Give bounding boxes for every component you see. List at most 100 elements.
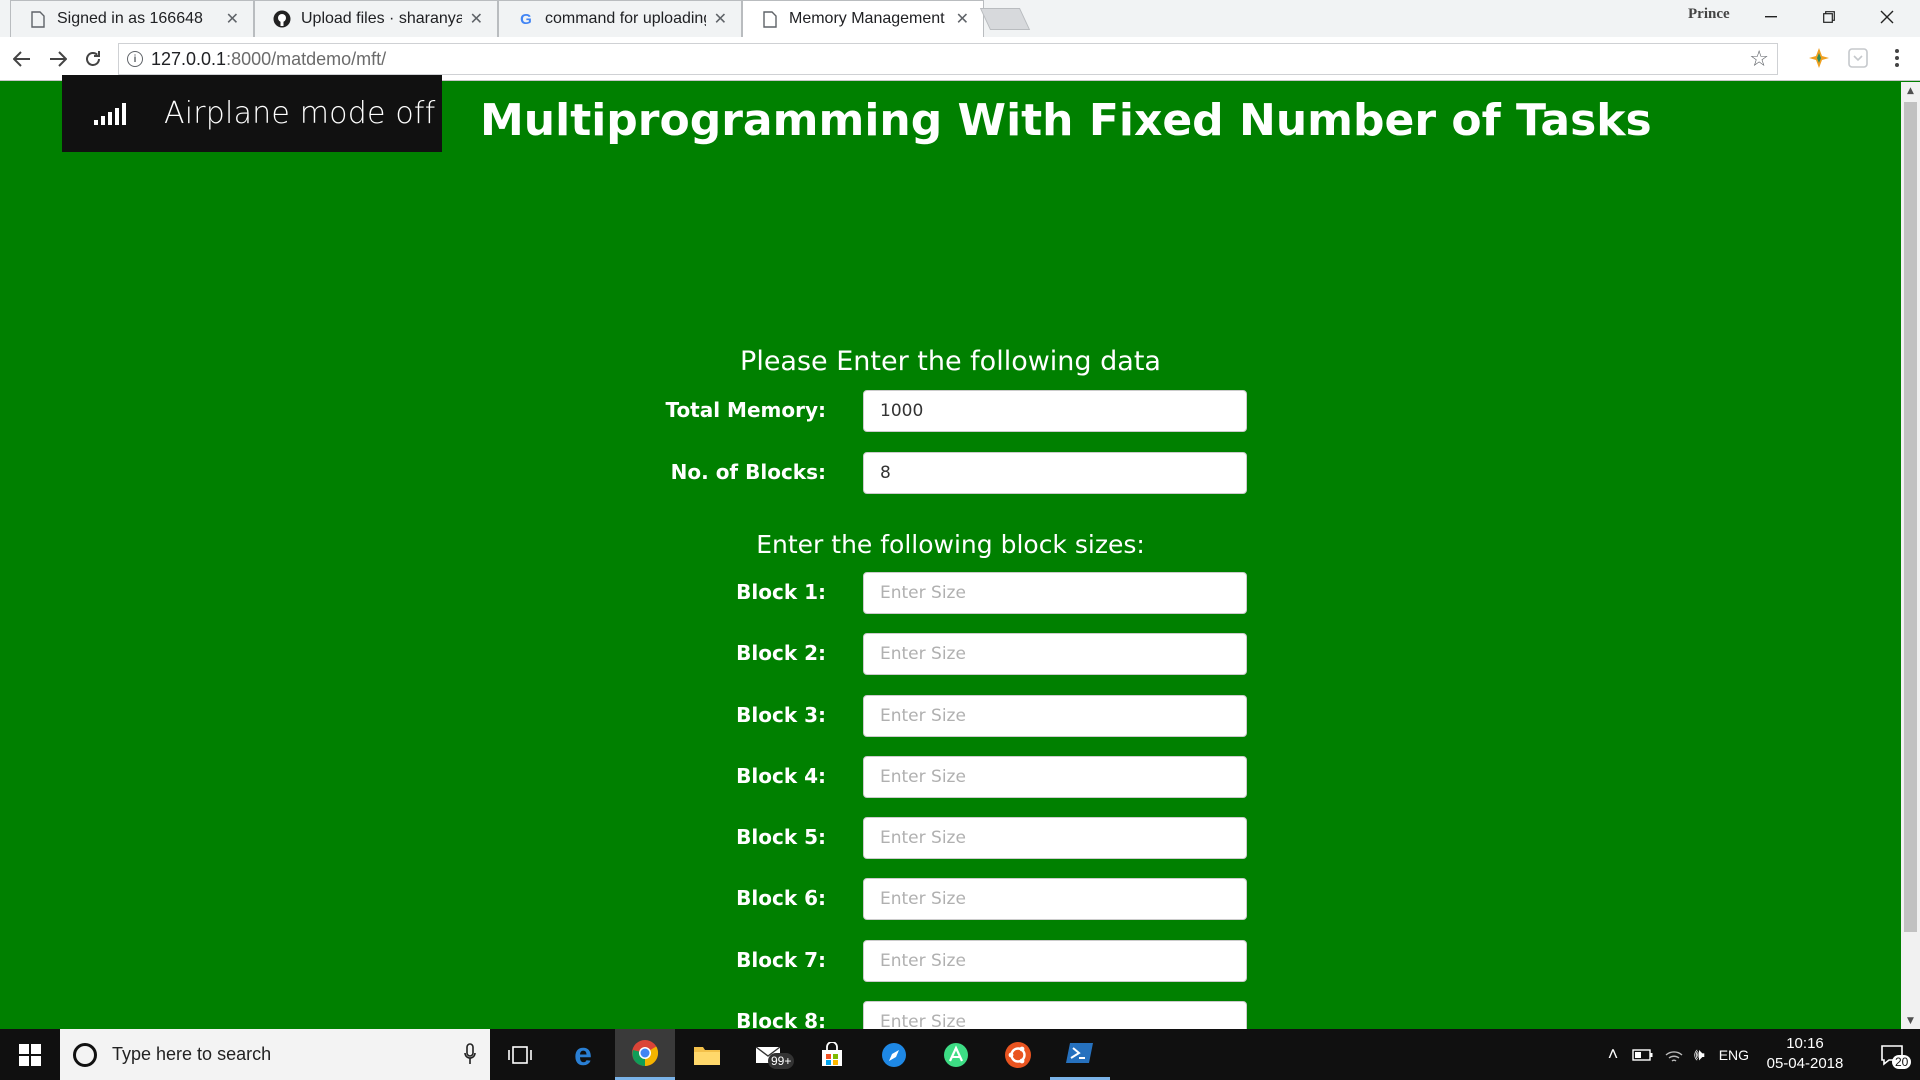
minimize-button[interactable] — [1742, 0, 1800, 34]
num-blocks-input[interactable] — [863, 452, 1247, 494]
block-row: Block 5: — [0, 817, 1901, 859]
file-explorer-taskbar-button[interactable] — [677, 1029, 737, 1080]
back-button[interactable] — [8, 45, 36, 73]
tab-close-icon[interactable]: ✕ — [956, 9, 969, 29]
pocket-extension-icon[interactable] — [1845, 45, 1871, 71]
store-taskbar-button[interactable] — [802, 1029, 862, 1080]
browser-tab-active[interactable]: Memory Management ✕ — [742, 0, 984, 37]
blocks-heading: Enter the following block sizes: — [756, 530, 1145, 559]
reload-icon — [86, 51, 100, 66]
num-blocks-label: No. of Blocks: — [670, 460, 826, 484]
reload-button[interactable] — [79, 45, 107, 73]
tab-title: Memory Management — [789, 10, 945, 27]
microphone-icon[interactable] — [464, 1043, 476, 1065]
scroll-down-arrow-icon[interactable]: ▼ — [1901, 1012, 1920, 1029]
block-row: Block 3: — [0, 695, 1901, 737]
total-memory-label: Total Memory: — [665, 398, 826, 422]
restore-button[interactable] — [1800, 0, 1858, 34]
new-tab-button[interactable] — [979, 8, 1031, 30]
ubuntu-icon — [1005, 1041, 1031, 1068]
system-clock[interactable]: 10:16 05-04-2018 — [1762, 1034, 1848, 1074]
search-placeholder: Type here to search — [112, 1044, 272, 1064]
airplane-mode-toast: Airplane mode off — [62, 75, 442, 152]
mail-badge: 99+ — [768, 1053, 795, 1069]
chrome-icon — [632, 1040, 659, 1067]
tab-close-icon[interactable]: ✕ — [226, 9, 239, 29]
tab-close-icon[interactable]: ✕ — [470, 9, 483, 29]
forward-button[interactable] — [44, 45, 72, 73]
block-row: Block 7: — [0, 940, 1901, 982]
mail-taskbar-button[interactable]: 99+ — [740, 1029, 800, 1080]
back-arrow-icon — [13, 51, 30, 67]
folder-icon — [694, 1046, 720, 1065]
compass-icon — [882, 1042, 906, 1067]
menu-icon[interactable] — [1884, 45, 1910, 71]
block-row: Block 2: — [0, 633, 1901, 675]
url-text[interactable]: 127.0.0.1:8000/matdemo/mft/ — [151, 49, 386, 70]
total-memory-input[interactable] — [863, 390, 1247, 432]
chrome-taskbar-button[interactable] — [615, 1029, 675, 1080]
url-host: 127.0.0.1 — [151, 48, 227, 69]
tab-title: command for uploading — [545, 10, 706, 27]
block-label: Block 4: — [736, 764, 826, 788]
powershell-icon — [1066, 1043, 1093, 1063]
airplane-mode-text: Airplane mode off — [164, 96, 436, 131]
block-size-input[interactable] — [863, 1001, 1247, 1029]
language-indicator[interactable]: ENG — [1719, 1047, 1749, 1063]
block-row: Block 4: — [0, 756, 1901, 798]
taskbar-search-box[interactable]: Type here to search — [60, 1029, 490, 1080]
block-size-input[interactable] — [863, 940, 1247, 982]
chevron-up-icon[interactable]: ˄ — [1600, 1044, 1626, 1065]
block-label: Block 2: — [736, 641, 826, 665]
document-icon — [29, 10, 47, 28]
github-icon — [273, 10, 291, 28]
block-size-input[interactable] — [863, 878, 1247, 920]
block-size-input[interactable] — [863, 817, 1247, 859]
edge-icon: e — [574, 1036, 592, 1072]
num-blocks-row: No. of Blocks: — [0, 452, 1901, 494]
block-label: Block 3: — [736, 703, 826, 727]
volume-icon[interactable]: 🕪 — [1694, 1045, 1705, 1065]
extension-icon[interactable] — [1806, 45, 1832, 71]
block-row: Block 1: — [0, 572, 1901, 614]
document-icon — [761, 10, 779, 28]
scrollbar-thumb[interactable] — [1904, 102, 1917, 932]
bookmark-star-icon[interactable]: ☆ — [1749, 47, 1769, 72]
browser-tab-strip: Signed in as 166648 ✕ Upload files · sha… — [0, 0, 1920, 37]
powershell-taskbar-button[interactable] — [1050, 1029, 1110, 1080]
form-heading: Please Enter the following data — [740, 346, 1161, 377]
browser-tab[interactable]: G command for uploading ✕ — [498, 0, 742, 37]
block-size-input[interactable] — [863, 756, 1247, 798]
info-icon[interactable]: i — [127, 51, 143, 67]
tab-close-icon[interactable]: ✕ — [714, 9, 727, 29]
address-bar[interactable]: i 127.0.0.1:8000/matdemo/mft/ ☆ — [118, 43, 1778, 75]
edge-taskbar-button[interactable]: e — [553, 1029, 613, 1080]
forward-arrow-icon — [50, 51, 67, 67]
task-view-button[interactable] — [490, 1029, 550, 1080]
signal-bars-icon — [94, 102, 126, 125]
safari-taskbar-button[interactable] — [864, 1029, 924, 1080]
page-scrollbar[interactable]: ▲ ▼ — [1901, 82, 1920, 1029]
browser-tab[interactable]: Upload files · sharanyaka ✕ — [254, 0, 498, 37]
battery-icon[interactable] — [1632, 1048, 1654, 1062]
network-icon[interactable] — [1664, 1046, 1684, 1064]
android-studio-taskbar-button[interactable] — [926, 1029, 986, 1080]
block-size-input[interactable] — [863, 695, 1247, 737]
windows-taskbar: Type here to search e 99+ ˄ 🕪 ENG 10:16 — [0, 1029, 1920, 1080]
action-center-button[interactable]: 20 — [1864, 1029, 1920, 1080]
profile-name[interactable]: Prince — [1688, 6, 1730, 23]
ubuntu-taskbar-button[interactable] — [988, 1029, 1048, 1080]
start-button[interactable] — [0, 1029, 60, 1080]
block-size-input[interactable] — [863, 633, 1247, 675]
restore-icon — [1823, 11, 1835, 23]
total-memory-row: Total Memory: — [0, 390, 1901, 432]
close-window-button[interactable] — [1858, 0, 1916, 34]
scroll-up-arrow-icon[interactable]: ▲ — [1901, 82, 1920, 99]
close-icon — [1880, 10, 1894, 24]
block-label: Block 7: — [736, 948, 826, 972]
page-content: Multiprogramming With Fixed Number of Ta… — [0, 82, 1901, 1029]
block-size-input[interactable] — [863, 572, 1247, 614]
browser-tab[interactable]: Signed in as 166648 ✕ — [10, 0, 254, 37]
block-label: Block 8: — [736, 1009, 826, 1029]
cortana-icon — [73, 1042, 97, 1067]
